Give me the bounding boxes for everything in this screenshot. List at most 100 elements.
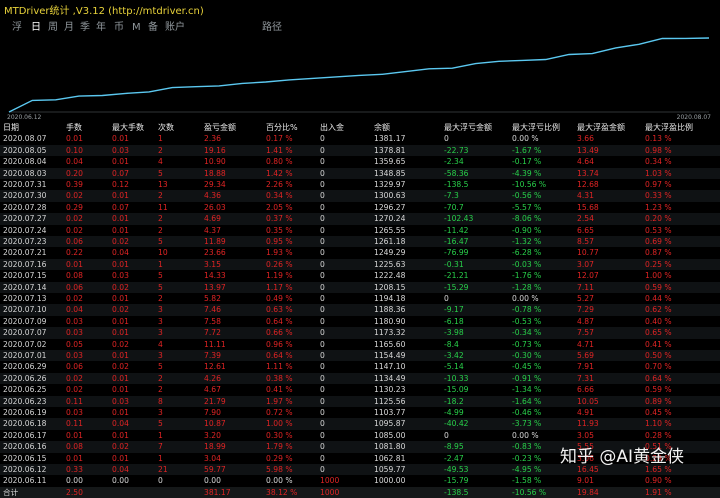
table-row[interactable]: 2020.07.21 0.22 0.04 10 23.66 1.93 % 0 1249.29 -… xyxy=(0,247,720,258)
table-cell: 11.89 xyxy=(204,237,226,246)
table-cell: -1.64 % xyxy=(512,396,542,406)
table-row[interactable]: 2020.07.23 0.06 0.02 5 11.89 0.95 % 0 1261.18 -1… xyxy=(0,236,720,248)
table-cell: 0.35 % xyxy=(266,225,293,235)
table-cell: -10.33 xyxy=(444,373,469,383)
column-header[interactable]: 余额 xyxy=(374,122,390,133)
table-row[interactable]: 2020.07.09 0.03 0.01 3 7.58 0.64 % 0 1180.90 -6.… xyxy=(0,316,720,327)
table-cell: 0.03 xyxy=(112,271,129,281)
table-cell: 0.69 % xyxy=(645,237,672,246)
table-cell: 1081.80 xyxy=(374,442,406,452)
tab-4[interactable]: 季 xyxy=(80,20,90,36)
table-row[interactable]: 2020.08.03 0.20 0.07 5 18.88 1.42 % 0 1348.85 -5… xyxy=(0,167,720,179)
table-row[interactable]: 2020.07.31 0.39 0.12 13 29.34 2.26 % 0 1329.97 -… xyxy=(0,179,720,190)
table-cell: 0.12 xyxy=(112,180,129,189)
table-cell: -70.7 xyxy=(444,202,464,212)
table-row[interactable]: 2020.08.05 0.10 0.03 2 19.16 1.41 % 0 1378.81 -2… xyxy=(0,144,720,157)
tab-9[interactable]: 账户 xyxy=(165,20,185,36)
table-cell: 0.01 xyxy=(112,294,129,303)
table-row[interactable]: 2020.07.28 0.29 0.07 11 26.03 2.05 % 0 1296.27 -… xyxy=(0,202,720,213)
table-cell: -0.78 % xyxy=(512,305,542,315)
table-cell: 1 xyxy=(158,134,163,144)
table-row[interactable]: 2020.06.18 0.11 0.04 5 10.87 1.00 % 0 1095.87 -4… xyxy=(0,418,720,430)
table-row[interactable]: 2020.08.04 0.04 0.01 4 10.90 0.80 % 0 1359.65 -2… xyxy=(0,156,720,167)
table-cell: 0.00 xyxy=(66,476,83,486)
table-cell: 0.62 % xyxy=(645,305,672,315)
tab-5[interactable]: 年 xyxy=(96,20,106,36)
column-header[interactable]: 最大浮亏金额 xyxy=(444,122,492,133)
table-row[interactable]: 2020.07.07 0.03 0.01 3 7.72 0.66 % 0 1173.32 -3.… xyxy=(0,327,720,339)
table-row[interactable]: 2020.07.16 0.01 0.01 1 3.15 0.26 % 0 1225.63 -0.… xyxy=(0,258,720,271)
table-cell: -5.14 xyxy=(444,362,464,372)
table-row[interactable]: 2020.06.19 0.03 0.01 3 7.90 0.72 % 0 1103.77 -4.… xyxy=(0,407,720,418)
table-cell: 0.64 % xyxy=(266,316,293,326)
table-cell: 0.05 xyxy=(66,339,83,349)
table-row[interactable]: 2020.07.15 0.08 0.03 5 14.33 1.19 % 0 1222.48 -2… xyxy=(0,270,720,281)
table-row[interactable]: 2020.07.14 0.06 0.02 5 13.97 1.17 % 0 1208.15 -1… xyxy=(0,281,720,293)
table-cell: 0.11 xyxy=(66,419,83,429)
table-cell: 8.57 xyxy=(577,237,594,246)
table-cell: 1329.97 xyxy=(374,180,406,189)
table-row[interactable]: 2020.08.07 0.01 0.01 1 2.36 0.17 % 0 1381.17 0 0.… xyxy=(0,133,720,144)
table-cell: -0.17 % xyxy=(512,157,542,167)
table-cell: 2020.07.28 xyxy=(3,202,47,212)
table-cell: 2020.07.13 xyxy=(3,294,47,303)
table-row[interactable]: 2020.07.27 0.02 0.01 2 4.69 0.37 % 0 1270.24 -10… xyxy=(0,213,720,225)
table-cell: -0.23 % xyxy=(512,453,542,463)
column-header[interactable]: 次数 xyxy=(158,122,174,133)
total-cell: 2.50 xyxy=(66,487,83,497)
table-row[interactable]: 2020.07.24 0.02 0.01 2 4.37 0.35 % 0 1265.55 -11… xyxy=(0,225,720,236)
table-row[interactable]: 2020.06.26 0.02 0.01 2 4.26 0.38 % 0 1134.49 -10… xyxy=(0,372,720,385)
table-cell: -0.90 % xyxy=(512,225,542,235)
table-row[interactable]: 2020.06.11 0.00 0.00 0 0.00 0.00 % 1000 1000.00… xyxy=(0,475,720,486)
tab-7[interactable]: M xyxy=(132,20,141,36)
tab-2[interactable]: 周 xyxy=(48,20,58,36)
total-cell: -10.56 % xyxy=(512,487,547,497)
table-cell: 0.44 % xyxy=(645,294,672,303)
table-row[interactable]: 2020.07.30 0.02 0.01 2 4.36 0.34 % 0 1300.63 -7.… xyxy=(0,190,720,202)
table-cell: 10 xyxy=(158,248,168,258)
table-row[interactable]: 2020.06.17 0.01 0.01 1 3.20 0.30 % 0 1085.00 0 0.… xyxy=(0,430,720,441)
table-row[interactable]: 2020.07.13 0.02 0.01 2 5.82 0.49 % 0 1194.18 0 0.… xyxy=(0,293,720,304)
table-cell: 5.98 % xyxy=(266,465,293,474)
tab-0[interactable]: 浮 xyxy=(12,20,22,36)
table-cell: 1222.48 xyxy=(374,271,406,281)
table-cell: 5 xyxy=(158,282,163,292)
table-row[interactable]: 2020.06.25 0.02 0.01 2 4.67 0.41 % 0 1130.23 -15… xyxy=(0,384,720,395)
column-header[interactable]: 最大手数 xyxy=(112,122,144,133)
tab-6[interactable]: 币 xyxy=(114,20,124,36)
column-header[interactable]: 手数 xyxy=(66,122,82,133)
table-cell: 26.03 xyxy=(204,202,226,212)
table-cell: 0.98 % xyxy=(645,145,672,155)
table-cell: 0.59 % xyxy=(645,282,672,292)
table-cell: 2.36 xyxy=(204,134,221,144)
table-cell: -0.45 % xyxy=(512,362,542,372)
column-header[interactable]: 出入金 xyxy=(320,122,344,133)
column-header[interactable]: 最大浮盈比例 xyxy=(645,122,693,133)
table-cell: 0.41 % xyxy=(645,339,672,349)
table-cell: 0 xyxy=(158,476,163,486)
table-row[interactable]: 2020.06.29 0.06 0.02 5 12.61 1.11 % 0 1147.10 -5… xyxy=(0,361,720,372)
table-row[interactable]: 2020.07.01 0.03 0.01 3 7.39 0.64 % 0 1154.49 -3.… xyxy=(0,350,720,362)
column-header[interactable]: 日期 xyxy=(3,122,19,133)
table-cell: 0.02 xyxy=(112,339,129,349)
table-cell: 0.02 xyxy=(66,294,83,303)
table-cell: 0.33 xyxy=(66,465,83,474)
table-row[interactable]: 2020.07.10 0.04 0.02 3 7.46 0.63 % 0 1188.36 -9.… xyxy=(0,304,720,316)
table-cell: 1.10 % xyxy=(645,419,672,429)
tab-10[interactable]: 路径 xyxy=(262,20,282,36)
table-row[interactable]: 2020.06.23 0.11 0.03 8 21.79 1.97 % 0 1125.56 -1… xyxy=(0,395,720,407)
table-cell: 0.20 xyxy=(66,168,83,178)
table-cell: 4 xyxy=(158,339,163,349)
tab-3[interactable]: 月 xyxy=(64,20,74,36)
column-header[interactable]: 最大浮盈金额 xyxy=(577,122,625,133)
column-header[interactable]: 盈亏金额 xyxy=(204,122,236,133)
column-header[interactable]: 百分比% xyxy=(266,122,298,133)
column-header[interactable]: 最大浮亏比例 xyxy=(512,122,560,133)
table-row[interactable]: 2020.07.02 0.05 0.02 4 11.11 0.96 % 0 1165.60 -8… xyxy=(0,339,720,350)
tab-1[interactable]: 日 xyxy=(31,20,41,36)
table-cell: 1.23 % xyxy=(645,202,672,212)
table-cell: 0 xyxy=(320,339,325,349)
total-row: 合计 2.50 381.17 38.12 % 1000 -138.5 -10.56 % 19.… xyxy=(0,486,720,498)
table-cell: 0.40 % xyxy=(645,316,672,326)
tab-8[interactable]: 备 xyxy=(148,20,158,36)
